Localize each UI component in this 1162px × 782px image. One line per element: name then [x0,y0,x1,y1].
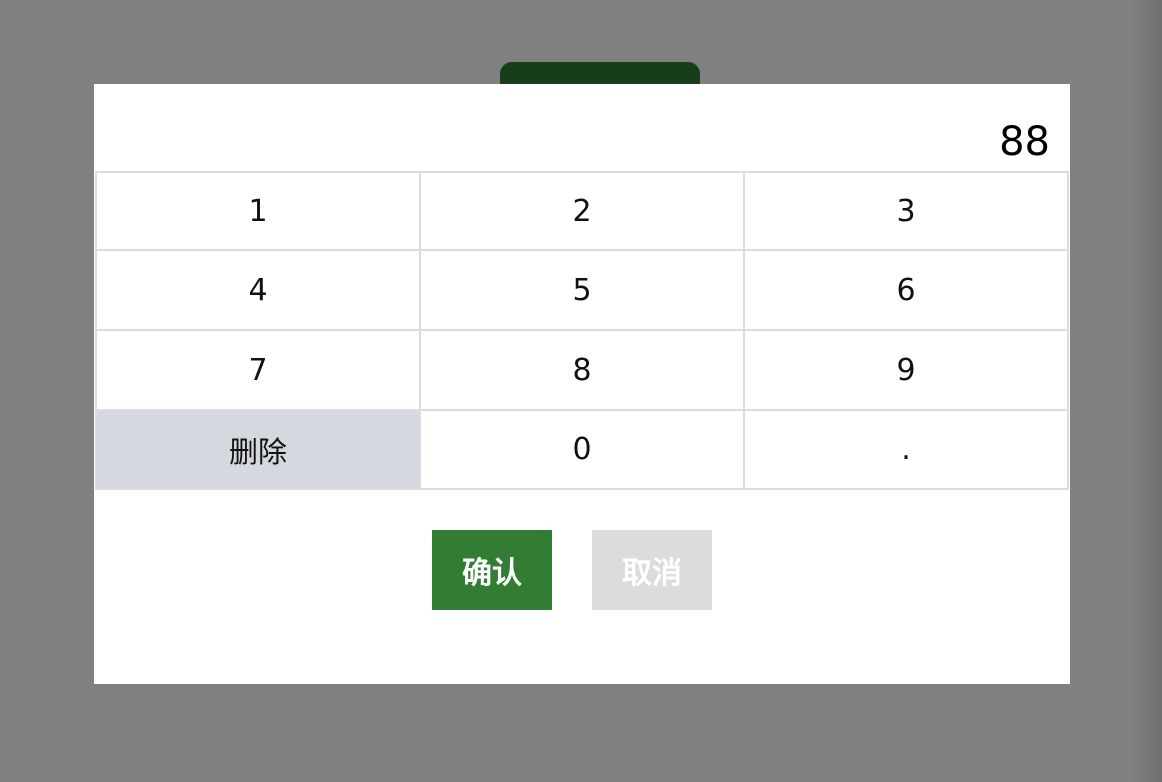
delete-key[interactable]: 删除 [95,409,419,490]
key-0[interactable]: 0 [419,409,743,490]
display-value: 88 [999,119,1050,165]
key-5[interactable]: 5 [419,249,743,329]
key-1[interactable]: 1 [95,171,419,249]
keypad: 1 2 3 4 5 6 7 8 9 删除 0 . [95,171,1069,490]
key-4[interactable]: 4 [95,249,419,329]
cancel-button[interactable]: 取消 [592,530,712,610]
value-display: 88 [94,84,1070,171]
key-2[interactable]: 2 [419,171,743,249]
scrollbar-shade [1130,0,1162,782]
confirm-button[interactable]: 确认 [432,530,552,610]
dialog-actions: 确认 取消 [94,530,1070,610]
numeric-keypad-dialog: 88 1 2 3 4 5 6 7 8 9 删除 0 . 确认 取消 [94,84,1070,684]
key-9[interactable]: 9 [743,329,1069,409]
key-7[interactable]: 7 [95,329,419,409]
key-8[interactable]: 8 [419,329,743,409]
decimal-point-key[interactable]: . [743,409,1069,490]
key-3[interactable]: 3 [743,171,1069,249]
key-6[interactable]: 6 [743,249,1069,329]
